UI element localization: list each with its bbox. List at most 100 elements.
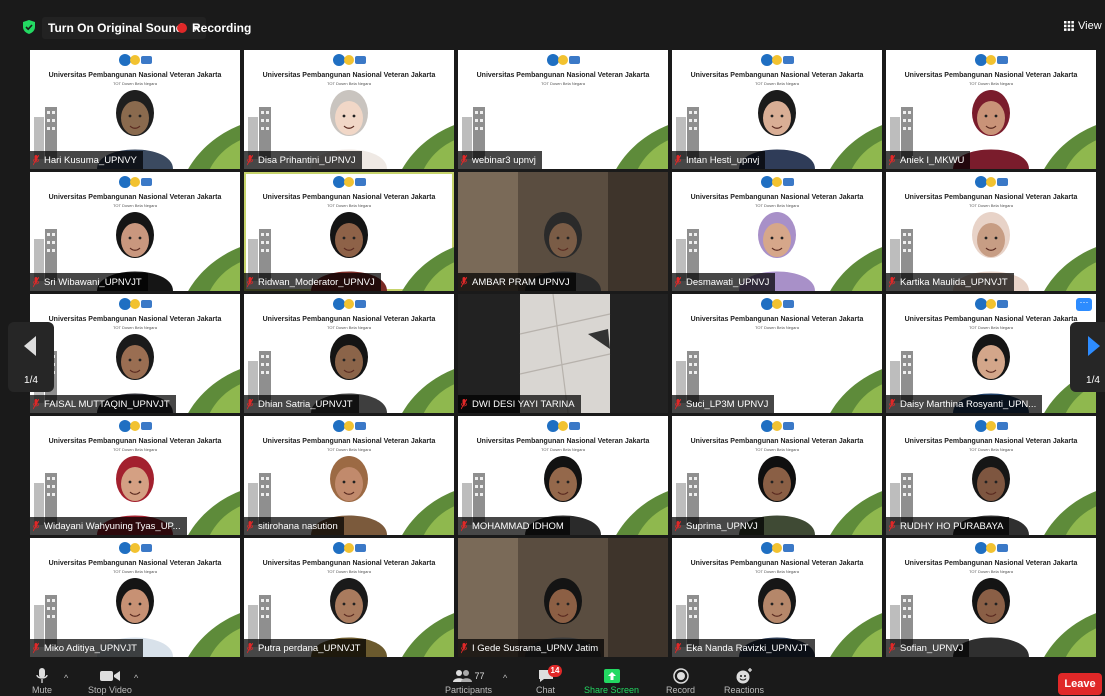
- muted-mic-icon: [675, 398, 681, 409]
- leaf-decoration-icon: [402, 247, 454, 291]
- participant-video-tile[interactable]: Universitas Pembangunan Nasional Veteran…: [30, 50, 240, 169]
- participant-name: Suprima_UPNVJ: [686, 520, 758, 532]
- smiley-plus-icon: [736, 668, 753, 684]
- reactions-button[interactable]: Reactions: [724, 667, 764, 695]
- university-logo-icon: [974, 297, 1008, 311]
- participant-video-tile[interactable]: Universitas Pembangunan Nasional Veteran…: [458, 416, 668, 535]
- participant-name-tag: webinar3 upnvj: [458, 151, 542, 169]
- participant-video-tile[interactable]: I Gede Susrama_UPNV Jatim: [458, 538, 668, 657]
- slide-subtitle: TOT Dosen Bela Negara: [755, 325, 799, 330]
- participants-button[interactable]: 77 Participants: [445, 667, 492, 695]
- muted-mic-icon: [461, 520, 467, 531]
- participant-name-tag: AMBAR PRAM UPNVJ: [458, 273, 576, 291]
- muted-mic-icon: [675, 642, 681, 653]
- stop-video-button[interactable]: Stop Video: [88, 667, 132, 695]
- leaf-decoration-icon: [830, 369, 882, 413]
- participant-name: Kartika Maulida_UPNVJT: [900, 276, 1008, 288]
- leaf-decoration-icon: [830, 247, 882, 291]
- participant-name: Sofian_UPNVJ: [900, 642, 964, 654]
- university-logo-icon: [118, 297, 152, 311]
- leaf-decoration-icon: [616, 491, 668, 535]
- mute-options-chevron-icon[interactable]: ^: [64, 673, 68, 683]
- participant-video-tile[interactable]: Universitas Pembangunan Nasional Veteran…: [244, 538, 454, 657]
- participant-name: MOHAMMAD IDHOM: [472, 520, 564, 532]
- participant-video-tile[interactable]: Universitas Pembangunan Nasional Veteran…: [30, 538, 240, 657]
- muted-mic-icon: [247, 276, 253, 287]
- participant-name: I Gede Susrama_UPNV Jatim: [472, 642, 599, 654]
- video-options-chevron-icon[interactable]: ^: [134, 673, 138, 683]
- participant-video-tile[interactable]: Universitas Pembangunan Nasional Veteran…: [30, 294, 240, 413]
- participant-name-tag: Aniek I_MKWU: [886, 151, 971, 169]
- participant-video-tile[interactable]: Universitas Pembangunan Nasional Veteran…: [672, 50, 882, 169]
- leave-button[interactable]: Leave: [1058, 673, 1102, 695]
- participant-video-tile[interactable]: Universitas Pembangunan Nasional Veteran…: [244, 50, 454, 169]
- participant-video-tile[interactable]: Universitas Pembangunan Nasional Veteran…: [886, 416, 1096, 535]
- muted-mic-icon: [889, 520, 895, 531]
- university-logo-icon: [974, 419, 1008, 433]
- participant-video-tile[interactable]: Universitas Pembangunan Nasional Veteran…: [672, 294, 882, 413]
- reactions-label: Reactions: [724, 685, 765, 695]
- participant-name-tag: sitirohana nasution: [244, 517, 344, 535]
- meeting-top-bar: Turn On Original Sound ▼ Recording View: [0, 0, 1105, 46]
- participant-name-tag: Ridwan_Moderator_UPNVJ: [244, 273, 381, 291]
- participant-name-tag: Widayani Wahyuning Tyas_UP...: [30, 517, 187, 535]
- participants-options-chevron-icon[interactable]: ^: [503, 673, 507, 683]
- leaf-decoration-icon: [188, 125, 240, 169]
- participant-video-tile[interactable]: Universitas Pembangunan Nasional Veteran…: [30, 416, 240, 535]
- participant-name-tag: Disa Prihantini_UPNVJ: [244, 151, 362, 169]
- university-logo-icon: [760, 419, 794, 433]
- record-label: Record: [666, 685, 696, 695]
- university-logo-icon: [332, 419, 366, 433]
- more-options-icon[interactable]: ···: [1076, 298, 1092, 311]
- muted-mic-icon: [889, 154, 895, 165]
- university-logo-icon: [546, 53, 580, 67]
- participant-video-tile[interactable]: Universitas Pembangunan Nasional Veteran…: [672, 172, 882, 291]
- leaf-decoration-icon: [402, 125, 454, 169]
- participant-video-tile[interactable]: Universitas Pembangunan Nasional Veteran…: [886, 172, 1096, 291]
- participant-video-tile[interactable]: Universitas Pembangunan Nasional Veteran…: [672, 416, 882, 535]
- participants-icon: [452, 670, 472, 682]
- share-screen-button[interactable]: Share Screen: [584, 667, 639, 695]
- shield-check-icon[interactable]: [22, 20, 36, 34]
- participant-video-tile[interactable]: Universitas Pembangunan Nasional Veteran…: [244, 416, 454, 535]
- participant-name: Widayani Wahyuning Tyas_UP...: [44, 520, 181, 532]
- chat-label: Chat: [536, 685, 556, 695]
- participant-video-tile[interactable]: AMBAR PRAM UPNVJ: [458, 172, 668, 291]
- participant-video-tile[interactable]: Universitas Pembangunan Nasional Veteran…: [244, 294, 454, 413]
- participant-video-tile[interactable]: DWI DESI YAYI TARINA: [458, 294, 668, 413]
- chat-button[interactable]: 14 Chat: [536, 665, 563, 695]
- leaf-decoration-icon: [1044, 491, 1096, 535]
- slide-subtitle: TOT Dosen Bela Negara: [541, 81, 585, 86]
- participant-name: RUDHY HO PURABAYA: [900, 520, 1004, 532]
- participant-video-tile[interactable]: Universitas Pembangunan Nasional Veteran…: [30, 172, 240, 291]
- previous-page-button[interactable]: 1/4: [8, 322, 54, 392]
- share-screen-label: Share Screen: [584, 685, 640, 695]
- video-gallery: Universitas Pembangunan Nasional Veteran…: [30, 50, 1096, 659]
- participant-name-tag: MOHAMMAD IDHOM: [458, 517, 570, 535]
- stop-video-label: Stop Video: [88, 685, 132, 695]
- leaf-decoration-icon: [1044, 613, 1096, 657]
- participant-video-tile[interactable]: Universitas Pembangunan Nasional Veteran…: [244, 172, 454, 291]
- next-page-button[interactable]: 1/4: [1070, 322, 1105, 392]
- participant-name: Desmawati_UPNVJ: [686, 276, 770, 288]
- muted-mic-icon: [461, 398, 467, 409]
- participant-name-tag: FAISAL MUTTAQIN_UPNVJT: [30, 395, 176, 413]
- participant-video-tile[interactable]: Universitas Pembangunan Nasional Veteran…: [672, 538, 882, 657]
- university-logo-icon: [332, 541, 366, 555]
- mute-button[interactable]: Mute: [32, 667, 52, 695]
- muted-mic-icon: [675, 276, 681, 287]
- participant-video-tile[interactable]: Universitas Pembangunan Nasional Veteran…: [886, 294, 1096, 413]
- video-camera-icon: [99, 671, 120, 681]
- view-label: View: [1078, 20, 1102, 32]
- record-button[interactable]: Record: [666, 667, 695, 695]
- participant-video-tile[interactable]: Universitas Pembangunan Nasional Veteran…: [886, 50, 1096, 169]
- participant-video-tile[interactable]: Universitas Pembangunan Nasional Veteran…: [458, 50, 668, 169]
- university-logo-icon: [760, 297, 794, 311]
- participant-name: Putra perdana_UPNVJT: [258, 642, 361, 654]
- participant-name: AMBAR PRAM UPNVJ: [472, 276, 570, 288]
- participant-video-tile[interactable]: Universitas Pembangunan Nasional Veteran…: [886, 538, 1096, 657]
- university-logo-icon: [118, 419, 152, 433]
- view-button[interactable]: View: [1064, 20, 1102, 32]
- muted-mic-icon: [889, 642, 895, 653]
- muted-mic-icon: [247, 642, 253, 653]
